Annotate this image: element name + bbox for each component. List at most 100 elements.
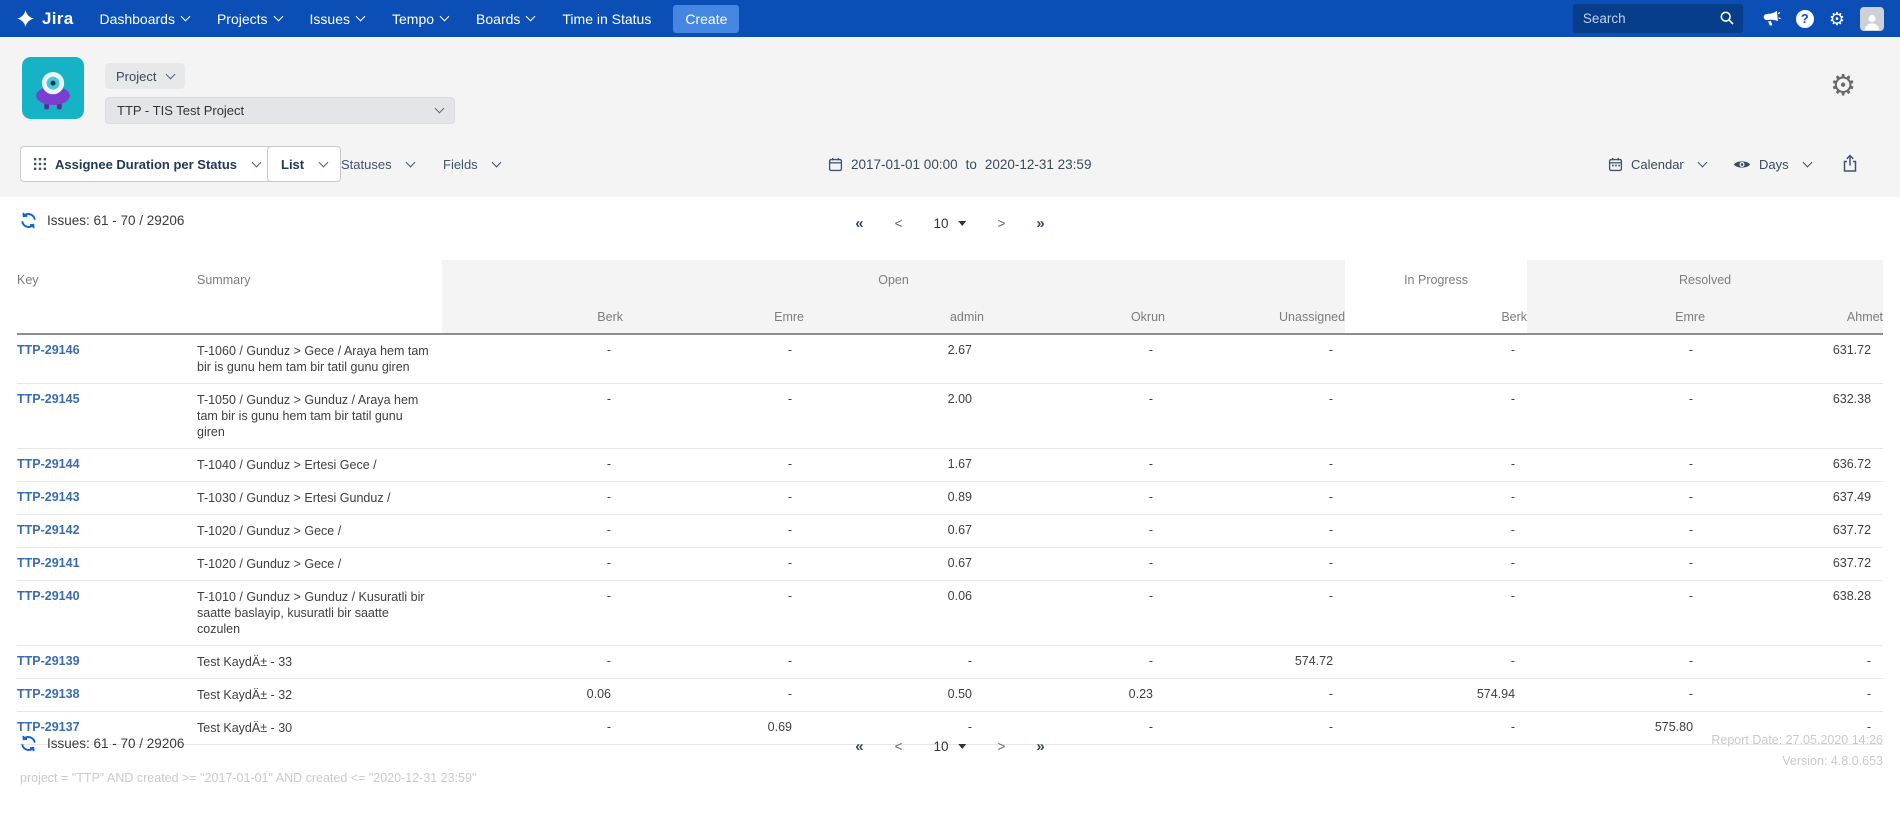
help-icon[interactable]: ? bbox=[1796, 10, 1814, 28]
refresh-button[interactable] bbox=[20, 735, 37, 752]
duration-cell: - bbox=[623, 384, 804, 449]
issue-key-cell: TTP-29142 bbox=[17, 515, 197, 548]
first-page-button[interactable]: « bbox=[855, 738, 863, 755]
jira-logo[interactable]: Jira bbox=[16, 9, 73, 29]
report-type-label: Assignee Duration per Status bbox=[55, 157, 237, 172]
subheader-spacer bbox=[197, 300, 442, 334]
duration-cell: - bbox=[1165, 581, 1345, 646]
duration-cell: - bbox=[1527, 384, 1705, 449]
duration-cell: 0.69 bbox=[623, 712, 804, 745]
issues-count-label: Issues: 61 - 70 / 29206 bbox=[47, 736, 184, 751]
duration-cell: - bbox=[623, 334, 804, 384]
first-page-button[interactable]: « bbox=[855, 215, 863, 232]
search-icon[interactable] bbox=[1719, 10, 1735, 31]
nav-menu: Dashboards Projects Issues Tempo Boards Time … bbox=[99, 11, 651, 27]
issue-key-link[interactable]: TTP-29140 bbox=[17, 589, 80, 603]
issue-key-link[interactable]: TTP-29141 bbox=[17, 556, 80, 570]
view-list-label: List bbox=[281, 157, 304, 172]
nav-item-time-in-status[interactable]: Time in Status bbox=[562, 11, 651, 27]
duration-cell: 636.72 bbox=[1705, 449, 1883, 482]
search-input[interactable] bbox=[1573, 11, 1743, 26]
issue-key-link[interactable]: TTP-29138 bbox=[17, 687, 80, 701]
assignee-column-header-resolved-ahmet: Ahmet bbox=[1705, 300, 1883, 334]
create-button[interactable]: Create bbox=[673, 5, 739, 33]
issues-count-label: Issues: 61 - 70 / 29206 bbox=[47, 213, 184, 228]
duration-cell: - bbox=[1165, 334, 1345, 384]
pagination: « < 10 > » bbox=[855, 738, 1045, 755]
date-from-value: 2017-01-01 00:00 bbox=[851, 157, 958, 172]
last-page-button[interactable]: » bbox=[1036, 215, 1044, 232]
report-settings-gear-icon[interactable] bbox=[1830, 72, 1856, 101]
project-type-button[interactable]: Project bbox=[105, 63, 185, 89]
nav-item-label: Time in Status bbox=[562, 11, 651, 27]
calendar-icon bbox=[828, 157, 843, 172]
issue-summary-cell: T-1010 / Gunduz > Gunduz / Kusuratli bir… bbox=[197, 581, 442, 646]
eye-icon bbox=[1733, 159, 1751, 170]
announcement-icon[interactable] bbox=[1762, 10, 1781, 27]
page-size-select[interactable]: 10 bbox=[933, 216, 966, 231]
issue-key-link[interactable]: TTP-29146 bbox=[17, 343, 80, 357]
export-icon[interactable] bbox=[1842, 154, 1858, 173]
brand-name: Jira bbox=[42, 9, 73, 29]
issue-key-cell: TTP-29138 bbox=[17, 679, 197, 712]
issue-summary-cell: T-1030 / Gunduz > Ertesi Gunduz / bbox=[197, 482, 442, 515]
report-date: Report Date: 27.05.2020 14:26 bbox=[1711, 730, 1883, 751]
chevron-down-icon bbox=[273, 12, 283, 22]
duration-cell: - bbox=[804, 646, 984, 679]
statuses-label: Statuses bbox=[341, 157, 392, 172]
nav-item-tempo[interactable]: Tempo bbox=[392, 11, 448, 27]
table-row: TTP-29144 T-1040 / Gunduz > Ertesi Gece /… bbox=[17, 449, 1883, 482]
unit-days-label: Days bbox=[1759, 157, 1789, 172]
grid-icon bbox=[34, 158, 46, 170]
refresh-button[interactable] bbox=[20, 212, 37, 229]
duration-cell: 0.67 bbox=[804, 548, 984, 581]
nav-item-boards[interactable]: Boards bbox=[476, 11, 534, 27]
prev-page-button[interactable]: < bbox=[895, 739, 903, 754]
statuses-dropdown[interactable]: Statuses bbox=[341, 146, 414, 182]
duration-cell: 632.38 bbox=[1705, 384, 1883, 449]
duration-cell: 0.50 bbox=[804, 679, 984, 712]
user-avatar[interactable] bbox=[1860, 7, 1884, 31]
issue-key-link[interactable]: TTP-29144 bbox=[17, 457, 80, 471]
issue-key-link[interactable]: TTP-29139 bbox=[17, 654, 80, 668]
issue-summary-cell: Test KaydÄ± - 30 bbox=[197, 712, 442, 745]
duration-cell: - bbox=[623, 482, 804, 515]
issue-summary-cell: T-1060 / Gunduz > Gece / Araya hem tam b… bbox=[197, 334, 442, 384]
date-to-value: 2020-12-31 23:59 bbox=[985, 157, 1092, 172]
issue-key-cell: TTP-29141 bbox=[17, 548, 197, 581]
issue-summary-cell: T-1040 / Gunduz > Ertesi Gece / bbox=[197, 449, 442, 482]
project-select-value: TTP - TIS Test Project bbox=[117, 103, 244, 118]
calendar-icon bbox=[1608, 157, 1623, 172]
prev-page-button[interactable]: < bbox=[895, 216, 903, 231]
next-page-button[interactable]: > bbox=[998, 739, 1006, 754]
issue-key-link[interactable]: TTP-29145 bbox=[17, 392, 80, 406]
view-list-button[interactable]: List bbox=[267, 146, 341, 182]
jql-query-text: project = "TTP" AND created >= "2017-01-… bbox=[20, 771, 476, 785]
issue-key-cell: TTP-29146 bbox=[17, 334, 197, 384]
nav-item-issues[interactable]: Issues bbox=[310, 11, 364, 27]
duration-cell: - bbox=[1345, 646, 1527, 679]
fields-dropdown[interactable]: Fields bbox=[443, 146, 500, 182]
issue-key-link[interactable]: TTP-29142 bbox=[17, 523, 80, 537]
page-size-select[interactable]: 10 bbox=[933, 739, 966, 754]
duration-cell: 0.89 bbox=[804, 482, 984, 515]
calendar-mode-dropdown[interactable]: Calendar bbox=[1608, 146, 1706, 182]
next-page-button[interactable]: > bbox=[998, 216, 1006, 231]
issue-key-link[interactable]: TTP-29143 bbox=[17, 490, 80, 504]
page-size-value: 10 bbox=[933, 739, 948, 754]
report-type-button[interactable]: Assignee Duration per Status bbox=[20, 146, 274, 182]
unit-days-dropdown[interactable]: Days bbox=[1733, 146, 1811, 182]
issue-key-link[interactable]: TTP-29137 bbox=[17, 720, 80, 734]
last-page-button[interactable]: » bbox=[1036, 738, 1044, 755]
nav-item-label: Boards bbox=[476, 11, 520, 27]
date-range-picker[interactable]: 2017-01-01 00:00 to 2020-12-31 23:59 bbox=[828, 146, 1091, 182]
nav-item-dashboards[interactable]: Dashboards bbox=[99, 11, 189, 27]
issue-summary-cell: Test KaydÄ± - 32 bbox=[197, 679, 442, 712]
nav-item-projects[interactable]: Projects bbox=[217, 11, 282, 27]
project-type-label: Project bbox=[116, 69, 156, 84]
project-select[interactable]: TTP - TIS Test Project bbox=[105, 97, 455, 124]
nav-item-label: Issues bbox=[310, 11, 350, 27]
issues-count-row: Issues: 61 - 70 / 29206 bbox=[20, 735, 184, 752]
search-box bbox=[1573, 4, 1743, 33]
settings-gear-icon[interactable] bbox=[1829, 10, 1845, 28]
